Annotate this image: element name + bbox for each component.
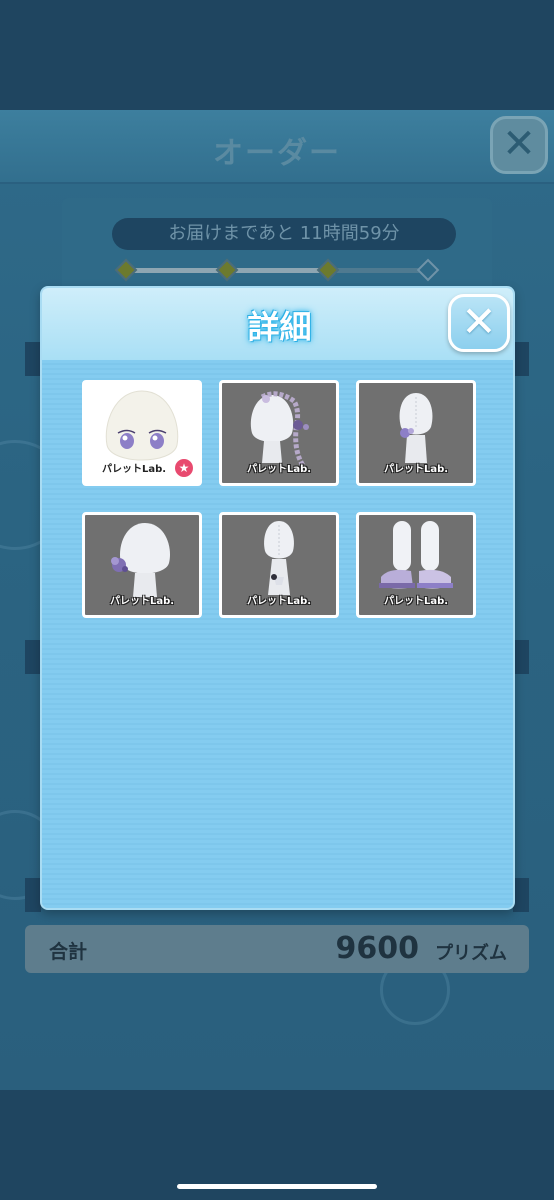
delivery-progress [124, 268, 428, 273]
item-brand-label: パレットLab. [246, 464, 312, 475]
item-card[interactable]: パレットLab. [219, 512, 339, 618]
row-tab-left [25, 342, 41, 376]
item-card[interactable]: パレットLab. [356, 512, 476, 618]
total-unit: プリズム [435, 943, 507, 964]
modal-title: 詳細 [247, 308, 312, 346]
progress-step-4 [416, 258, 440, 282]
screen-title: オーダー [213, 136, 341, 171]
item-brand-label: パレットLab. [383, 596, 449, 607]
progress-step-3 [316, 258, 340, 282]
row-tab-left [25, 878, 41, 912]
progress-step-2 [215, 258, 239, 282]
row-tab-left [25, 640, 41, 674]
item-card[interactable]: パレットLab. ★ [82, 380, 202, 486]
item-card[interactable]: パレットLab. [82, 512, 202, 618]
row-tab-right [513, 342, 529, 376]
star-badge-icon: ★ [175, 459, 193, 477]
item-card[interactable]: パレットLab. [356, 380, 476, 486]
row-tab-right [513, 878, 529, 912]
order-status-panel: お届けまであと 11時間59分 [62, 198, 492, 298]
screen-header: オーダー ✕ [0, 110, 554, 184]
status-bar [0, 0, 554, 110]
screen-close-button[interactable]: ✕ [490, 116, 548, 174]
item-brand-label: パレットLab. [109, 596, 175, 607]
delivery-countdown: お届けまであと 11時間59分 [112, 218, 456, 250]
item-brand-label: パレットLab. [383, 464, 449, 475]
modal-header: 詳細 [42, 288, 513, 360]
detail-modal: 詳細 パレットLab. ★ パレットLab. パレットLab. パレットLab.… [40, 286, 515, 910]
total-bar: 合計 9600 プリズム [25, 925, 529, 973]
modal-close-button[interactable]: ✕ [448, 294, 510, 352]
modal-body: パレットLab. ★ パレットLab. パレットLab. パレットLab. パレ… [42, 360, 513, 908]
total-label: 合計 [49, 941, 88, 963]
item-brand-label: パレットLab. [246, 596, 312, 607]
row-tab-right [513, 640, 529, 674]
item-card[interactable]: パレットLab. [219, 380, 339, 486]
total-value: 9600 [335, 931, 420, 966]
progress-step-1 [114, 258, 138, 282]
item-grid: パレットLab. ★ パレットLab. パレットLab. パレットLab. パレ… [42, 360, 513, 908]
home-indicator[interactable] [177, 1184, 377, 1189]
